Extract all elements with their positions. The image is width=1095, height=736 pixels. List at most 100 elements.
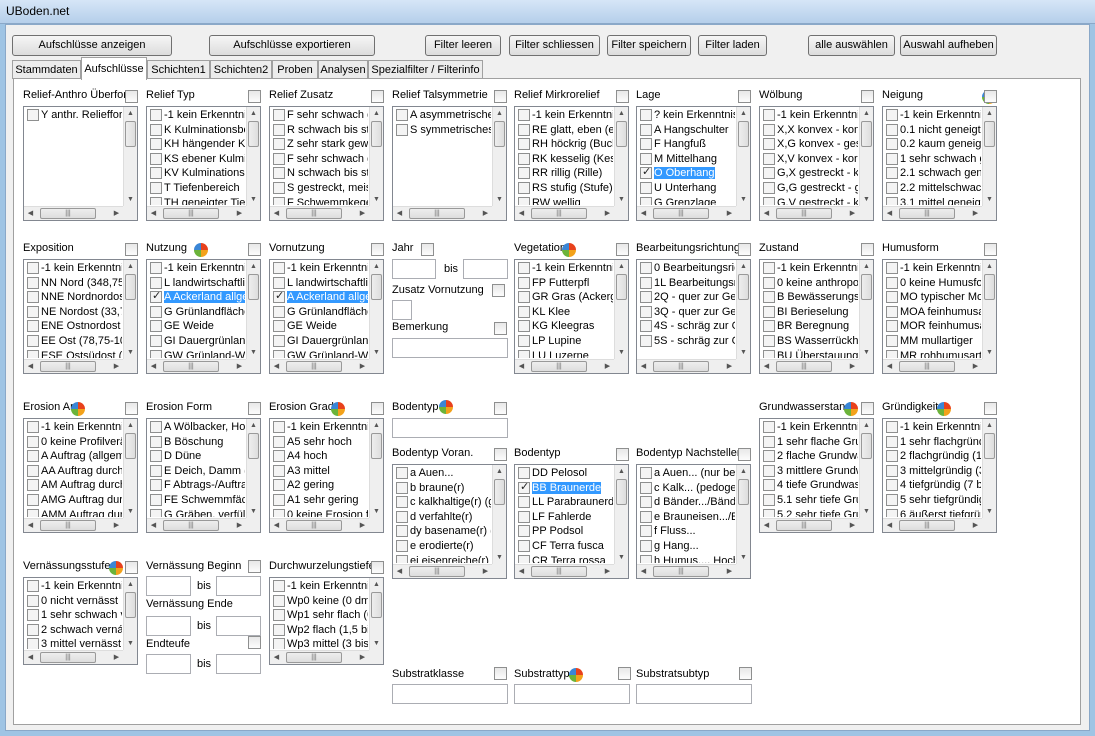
list-item[interactable]: BB Braunerde bbox=[515, 481, 613, 496]
list-item[interactable]: -1 kein Erkenntni bbox=[760, 261, 858, 276]
list-item[interactable]: LF Fahlerde bbox=[515, 510, 613, 525]
item-checkbox[interactable] bbox=[763, 276, 775, 289]
scroll-down-icon[interactable]: ▼ bbox=[983, 346, 996, 359]
zusatz-vornutzung-input[interactable] bbox=[392, 300, 412, 320]
list-item[interactable]: T Tiefenbereich bbox=[147, 181, 245, 196]
item-checkbox[interactable] bbox=[150, 479, 162, 492]
section-checkbox[interactable] bbox=[494, 90, 507, 103]
list-item[interactable]: 4 tiefe Grundwas bbox=[760, 478, 858, 493]
horizontal-scrollbar[interactable]: ◀ ||| ▶ bbox=[24, 359, 123, 373]
item-checkbox[interactable] bbox=[886, 262, 898, 274]
list-item[interactable]: ? kein Erkenntnis bbox=[637, 108, 735, 123]
vernaessung-ende-to[interactable] bbox=[216, 616, 261, 636]
item-checkbox[interactable] bbox=[640, 525, 652, 538]
scroll-right-icon[interactable]: ▶ bbox=[233, 360, 246, 373]
scroll-up-icon[interactable]: ▲ bbox=[983, 107, 996, 120]
scroll-right-icon[interactable]: ▶ bbox=[723, 360, 736, 373]
item-checkbox[interactable] bbox=[518, 496, 530, 509]
item-checkbox[interactable] bbox=[150, 123, 162, 136]
list-item[interactable]: KG Kleegras bbox=[515, 319, 613, 334]
list-item[interactable]: BU Überstauung bbox=[760, 349, 858, 358]
item-checkbox[interactable] bbox=[273, 334, 285, 347]
horizontal-scrollbar[interactable]: ◀ ||| ▶ bbox=[270, 650, 369, 664]
item-checkbox[interactable] bbox=[763, 334, 775, 347]
list-item[interactable]: -1 kein Erkenntni bbox=[515, 108, 613, 123]
item-checkbox[interactable] bbox=[396, 481, 408, 494]
jahr-from-input[interactable] bbox=[392, 259, 436, 279]
scroll-thumb[interactable]: ||| bbox=[531, 208, 587, 219]
item-checkbox[interactable] bbox=[150, 464, 162, 477]
list-item[interactable]: FE Schwemmfäc bbox=[147, 493, 245, 508]
scroll-down-icon[interactable]: ▼ bbox=[370, 637, 383, 650]
list-item[interactable]: LP Lupine bbox=[515, 334, 613, 349]
list-item[interactable]: A Hangschulter bbox=[637, 123, 735, 138]
scroll-left-icon[interactable]: ◀ bbox=[24, 360, 37, 373]
list-item[interactable]: A2 gering bbox=[270, 478, 368, 493]
item-checkbox[interactable] bbox=[273, 479, 285, 492]
section-checkbox[interactable] bbox=[616, 243, 629, 256]
horizontal-scrollbar[interactable]: ◀ ||| ▶ bbox=[393, 206, 492, 220]
scroll-thumb[interactable]: ||| bbox=[653, 361, 709, 372]
vertical-scrollbar[interactable]: ▲ ▼ bbox=[123, 260, 137, 359]
substratsubtyp-checkbox[interactable] bbox=[739, 667, 752, 680]
scroll-thumb[interactable] bbox=[371, 274, 382, 300]
section-checkbox[interactable] bbox=[861, 402, 874, 415]
item-checkbox[interactable] bbox=[763, 464, 775, 477]
section-checkbox[interactable] bbox=[738, 90, 751, 103]
scroll-up-icon[interactable]: ▲ bbox=[860, 107, 873, 120]
list-item[interactable]: GE Weide bbox=[147, 319, 245, 334]
item-checkbox[interactable] bbox=[150, 290, 162, 304]
list-item[interactable]: -1 kein Erkenntni bbox=[883, 261, 981, 276]
item-checkbox[interactable] bbox=[273, 320, 285, 333]
vertical-scrollbar[interactable]: ▲ ▼ bbox=[369, 578, 383, 650]
item-checkbox[interactable] bbox=[150, 305, 162, 318]
item-checkbox[interactable] bbox=[273, 138, 285, 151]
item-checkbox[interactable] bbox=[273, 623, 285, 636]
horizontal-scrollbar[interactable]: ◀ ||| ▶ bbox=[147, 518, 246, 532]
vertical-scrollbar[interactable]: ▲ ▼ bbox=[492, 107, 506, 206]
section-checkbox[interactable] bbox=[125, 561, 138, 574]
item-checkbox[interactable] bbox=[27, 109, 39, 121]
scroll-thumb[interactable] bbox=[861, 274, 872, 300]
item-checkbox[interactable] bbox=[886, 435, 898, 448]
section-checkbox[interactable] bbox=[984, 243, 997, 256]
list-item[interactable]: BS Wasserrückh bbox=[760, 334, 858, 349]
list-item[interactable]: Wp2 flach (1,5 bi bbox=[270, 623, 368, 638]
scroll-thumb[interactable] bbox=[738, 274, 749, 300]
scroll-thumb[interactable] bbox=[616, 274, 627, 300]
vertical-scrollbar[interactable]: ▲ ▼ bbox=[123, 419, 137, 518]
item-checkbox[interactable] bbox=[27, 421, 39, 433]
pie-chart-icon[interactable] bbox=[331, 402, 345, 416]
scroll-thumb[interactable] bbox=[984, 121, 995, 147]
scroll-thumb[interactable] bbox=[371, 592, 382, 618]
substratsubtyp-input[interactable] bbox=[636, 684, 752, 704]
item-checkbox[interactable] bbox=[763, 196, 775, 205]
list-item[interactable]: F Abtrags-/Auftra bbox=[147, 478, 245, 493]
scroll-thumb[interactable]: ||| bbox=[776, 520, 832, 531]
scroll-right-icon[interactable]: ▶ bbox=[846, 519, 859, 532]
list-item[interactable]: MR rohhumusarti bbox=[883, 349, 981, 358]
item-checkbox[interactable] bbox=[27, 464, 39, 477]
list-item[interactable]: G,X gestreckt - k bbox=[760, 166, 858, 181]
vertical-scrollbar[interactable]: ▲ ▼ bbox=[982, 419, 996, 518]
item-checkbox[interactable] bbox=[763, 167, 775, 180]
scroll-thumb[interactable]: ||| bbox=[776, 208, 832, 219]
section-checkbox[interactable] bbox=[125, 90, 138, 103]
item-checkbox[interactable] bbox=[27, 479, 39, 492]
list-item[interactable]: O Oberhang bbox=[637, 166, 735, 181]
item-checkbox[interactable] bbox=[27, 334, 39, 347]
item-checkbox[interactable] bbox=[273, 181, 285, 194]
item-checkbox[interactable] bbox=[27, 262, 39, 274]
list-item[interactable]: 0 keine Erosion fe bbox=[270, 508, 368, 517]
scroll-thumb[interactable] bbox=[371, 121, 382, 147]
list-item[interactable]: 0.2 kaum geneigt bbox=[883, 137, 981, 152]
list-item[interactable]: 0 keine Profilverä bbox=[24, 435, 122, 450]
section-listbox[interactable]: A Wölbacker, Ho B Böschung D Düne E Deich, … bbox=[146, 418, 261, 533]
section-checkbox[interactable] bbox=[125, 243, 138, 256]
item-checkbox[interactable] bbox=[396, 467, 408, 479]
item-checkbox[interactable] bbox=[273, 152, 285, 165]
item-checkbox[interactable] bbox=[886, 291, 898, 304]
section-listbox[interactable]: -1 kein Erkenntni 1 sehr flache Gru 2 flac… bbox=[759, 418, 874, 533]
list-item[interactable]: 1 sehr schwach v bbox=[24, 608, 122, 623]
item-checkbox[interactable] bbox=[27, 493, 39, 506]
